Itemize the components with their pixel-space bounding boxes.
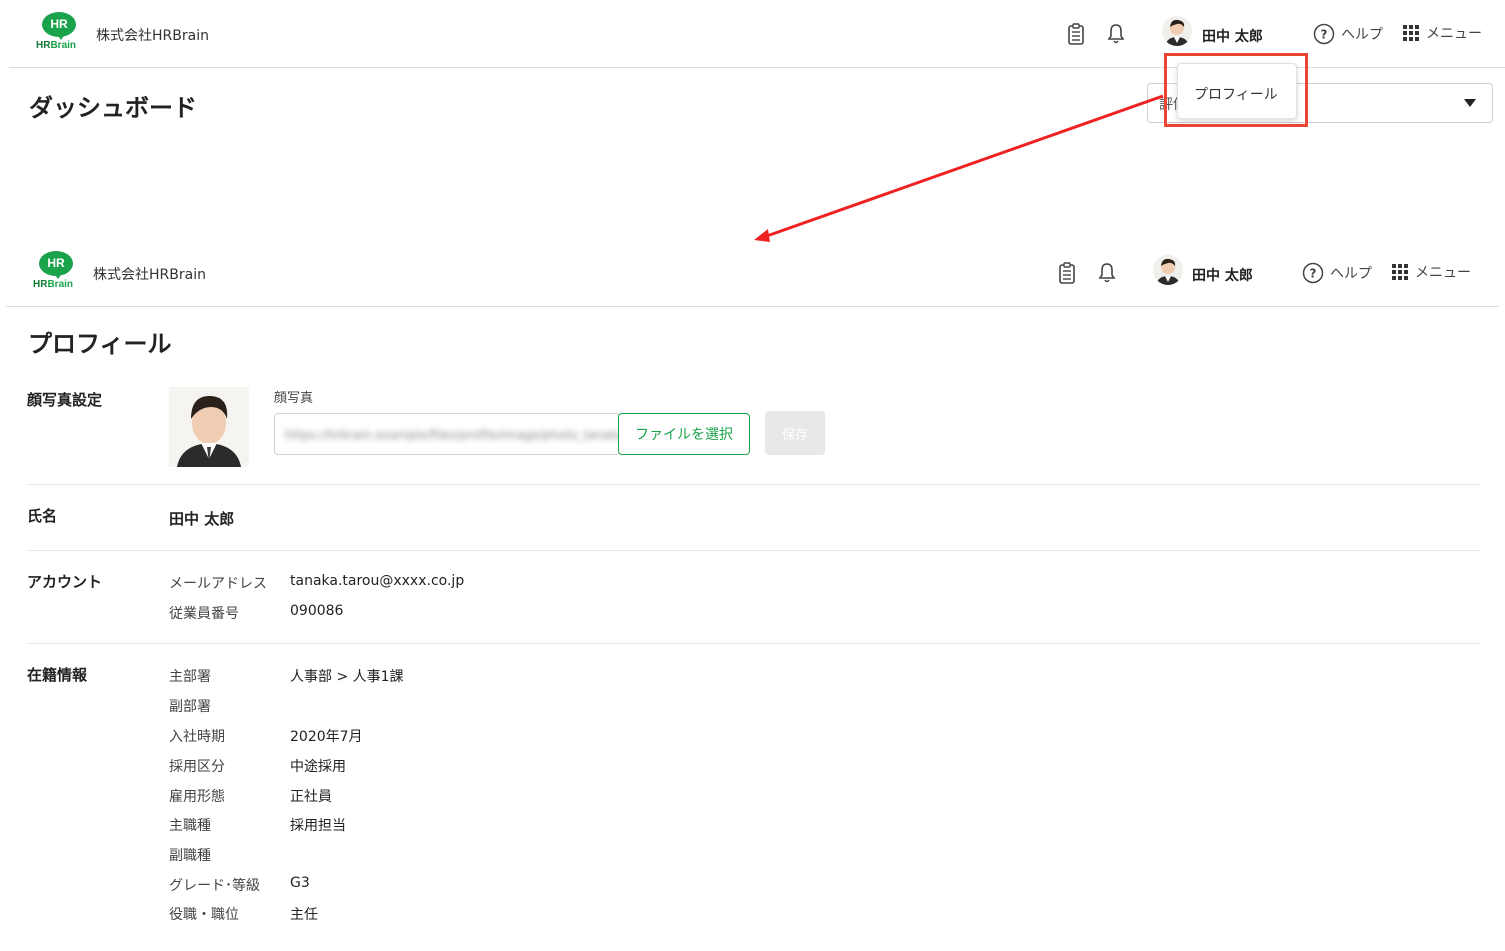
employment-field-value: 人事部 > 人事1課 [290,669,404,685]
employment-field-label: 主職種 [169,818,211,834]
employment-field-label: グレード･等級 [169,878,260,894]
company-name: 株式会社HRBrain [93,267,206,283]
section-divider [27,643,1481,644]
photo-file-input[interactable]: https://hrbrain.example/files/profile/im… [274,413,620,455]
avatar[interactable] [1153,255,1183,285]
profile-photo [169,387,249,467]
employee-number-label: 従業員番号 [169,606,239,622]
employment-field-label: 副職種 [169,848,211,864]
employment-field-value: 中途採用 [290,759,346,775]
svg-text:?: ? [1310,267,1317,281]
menu-link[interactable]: メニュー [1391,262,1471,282]
employment-field-value: 主任 [290,907,318,923]
save-button[interactable]: 保存 [765,411,825,455]
user-name[interactable]: 田中 太郎 [1192,265,1253,285]
photo-field-label: 顔写真 [274,391,314,406]
photo-section-label: 顔写真設定 [27,391,103,409]
header-divider [6,306,1499,307]
account-section-label: アカウント [27,573,103,591]
bell-icon[interactable] [1095,260,1119,286]
profile-title: プロフィール [28,330,172,358]
employment-field-label: 副部署 [169,699,211,715]
employment-section-label: 在籍情報 [27,666,88,684]
photo-file-value: https://hrbrain.example/files/profile/im… [285,428,620,442]
hrbrain-logo[interactable]: HR HRBrain [33,251,81,295]
help-link[interactable]: ? ヘルプ [1302,262,1372,284]
employment-field-label: 主部署 [169,669,211,685]
employee-number-value: 090086 [290,603,344,619]
logo-wordmark: HRBrain [33,279,74,290]
choose-file-button[interactable]: ファイルを選択 [618,413,750,455]
help-label: ヘルプ [1330,266,1372,282]
menu-label: メニュー [1415,265,1471,281]
help-circle-icon: ? [1302,262,1324,284]
employment-field-value: 2020年7月 [290,729,363,745]
clipboard-icon[interactable] [1055,260,1079,286]
employment-field-label: 役職・職位 [169,907,239,923]
logo-badge: HR [39,251,73,279]
email-label: メールアドレス [169,576,267,592]
grid-menu-icon [1392,264,1408,280]
annotation-arrow [754,94,1164,242]
email-value: tanaka.tarou@xxxx.co.jp [290,573,465,589]
employment-field-label: 入社時期 [169,729,225,745]
name-section-label: 氏名 [27,507,58,525]
section-divider [27,550,1481,551]
employment-field-value: 正社員 [290,789,332,805]
employment-field-value: 採用担当 [290,818,346,834]
name-value: 田中 太郎 [169,510,235,528]
employment-field-value: G3 [290,875,310,891]
section-divider [27,484,1481,485]
employment-field-label: 採用区分 [169,759,225,775]
employment-field-label: 雇用形態 [169,789,225,805]
